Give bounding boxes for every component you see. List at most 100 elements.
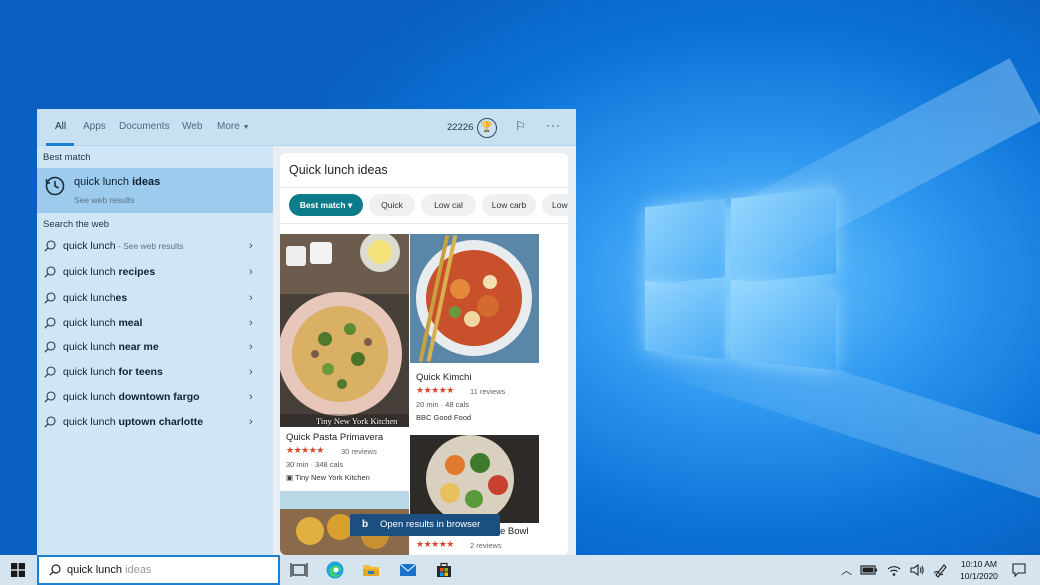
action-center-icon[interactable]: [1011, 562, 1027, 578]
web-suggestion-item[interactable]: quick lunch meal ›: [37, 313, 273, 337]
web-preview-pane: Quick lunch ideas Best match ▾ Quick Low…: [273, 146, 576, 555]
suggestion-bold: meal: [118, 317, 143, 329]
chevron-right-icon[interactable]: ›: [249, 240, 253, 252]
suggestion-bold: recipes: [118, 266, 156, 278]
search-query: quick lunch ideas: [67, 564, 151, 576]
windows-logo: [645, 185, 840, 375]
clock-date: 10/1/2020: [960, 571, 998, 581]
search-icon: [44, 266, 56, 278]
file-explorer-icon[interactable]: [361, 560, 381, 580]
pasta-image[interactable]: Tiny New York Kitchen: [280, 234, 409, 427]
pen-workspace-icon[interactable]: [933, 562, 949, 578]
web-suggestion-item[interactable]: quick lunches ›: [37, 288, 273, 312]
best-match-header: Best match: [43, 152, 91, 163]
web-suggestion-item[interactable]: quick lunch recipes ›: [37, 262, 273, 286]
search-icon: [44, 416, 56, 428]
feedback-icon[interactable]: ⚐: [515, 119, 526, 133]
taskbar: quick lunch ideas ︿ 10:10 AM 10/1/2020: [0, 555, 1040, 585]
image-watermark: Tiny New York Kitchen: [316, 416, 398, 426]
divider: [280, 223, 568, 224]
suggestion-text: quick lunch uptown charlotte: [63, 416, 203, 428]
web-suggestion-item[interactable]: quick lunch - See web results ›: [37, 236, 273, 260]
tab-all[interactable]: All: [55, 121, 66, 132]
quinoa-bowl-image[interactable]: [410, 435, 539, 523]
volume-icon[interactable]: [909, 562, 925, 578]
suggestion-prefix: quick lunch: [63, 341, 119, 353]
microsoft-store-icon[interactable]: [434, 560, 454, 580]
results-list: Best match quick lunch ideas See web res…: [37, 146, 273, 555]
suggestion-hint: - See web results: [115, 241, 184, 251]
chip-low[interactable]: Low: [542, 194, 568, 216]
history-icon: [45, 176, 65, 196]
mail-icon[interactable]: [398, 560, 418, 580]
recipe-source: BBC Good Food: [416, 413, 472, 422]
taskbar-search-box[interactable]: quick lunch ideas: [37, 555, 280, 585]
search-icon: [44, 317, 56, 329]
battery-icon[interactable]: [860, 562, 878, 578]
rating-stars: ★★★★★: [286, 445, 324, 455]
chevron-right-icon[interactable]: ›: [249, 391, 253, 403]
chevron-right-icon[interactable]: ›: [249, 266, 253, 278]
recipe-source: ▣ Tiny New York Kitchen: [286, 473, 370, 482]
suggestion-bold: near me: [118, 341, 159, 353]
kimchi-image[interactable]: [410, 234, 539, 363]
search-filter-bar: All Apps Documents Web More ▼ 22226 🏆 ⚐ …: [37, 109, 576, 146]
suggestion-prefix: quick lunch: [63, 416, 119, 428]
web-suggestion-item[interactable]: quick lunch for teens ›: [37, 362, 273, 386]
chevron-right-icon[interactable]: ›: [249, 366, 253, 378]
more-options-icon[interactable]: ···: [546, 118, 561, 132]
best-match-bold: ideas: [132, 176, 161, 188]
tab-more[interactable]: More ▼: [217, 121, 250, 132]
chip-quick[interactable]: Quick: [369, 194, 415, 216]
chip-low-cal[interactable]: Low cal: [421, 194, 476, 216]
rating-stars: ★★★★★: [416, 385, 454, 395]
open-in-browser-button[interactable]: b Open results in browser: [350, 514, 500, 536]
chevron-down-icon: ▼: [242, 124, 250, 131]
suggestion-text: quick lunch meal: [63, 317, 142, 329]
search-typed-text: quick lunch: [67, 564, 123, 576]
windows-start-icon[interactable]: [11, 563, 25, 577]
search-icon: [49, 564, 61, 576]
tab-more-label: More: [217, 121, 240, 132]
web-suggestion-item[interactable]: quick lunch uptown charlotte ›: [37, 412, 273, 436]
source-icon: ▣: [286, 473, 294, 482]
search-icon: [44, 366, 56, 378]
tab-apps[interactable]: Apps: [83, 121, 106, 132]
wifi-icon[interactable]: [886, 562, 902, 578]
recipe-name[interactable]: Quick Pasta Primavera: [286, 432, 383, 443]
search-icon: [44, 240, 56, 252]
recipe-name[interactable]: Quick Kimchi: [416, 372, 471, 383]
suggestion-bold: uptown charlotte: [118, 416, 204, 428]
chevron-right-icon[interactable]: ›: [249, 341, 253, 353]
preview-title: Quick lunch ideas: [289, 163, 388, 177]
chip-best-match[interactable]: Best match ▾: [289, 194, 363, 216]
edge-browser-icon[interactable]: [325, 560, 345, 580]
web-suggestion-item[interactable]: quick lunch near me ›: [37, 337, 273, 361]
chevron-right-icon[interactable]: ›: [249, 317, 253, 329]
system-clock[interactable]: 10:10 AM 10/1/2020: [955, 558, 1003, 582]
suggestion-text: quick lunches: [63, 292, 127, 304]
suggestion-prefix: quick lunch: [63, 266, 119, 278]
rewards-trophy-icon[interactable]: 🏆: [477, 118, 497, 138]
chip-low-carb[interactable]: Low carb: [482, 194, 536, 216]
search-icon: [44, 292, 56, 304]
tab-documents[interactable]: Documents: [119, 121, 170, 132]
web-suggestion-item[interactable]: quick lunch downtown fargo ›: [37, 387, 273, 411]
recipe-source-label: Tiny New York Kitchen: [295, 473, 370, 482]
review-count: 11 reviews: [470, 387, 506, 396]
suggestion-text: quick lunch - See web results: [63, 240, 184, 252]
task-view-icon[interactable]: [289, 560, 309, 580]
suggestion-text: quick lunch near me: [63, 341, 159, 353]
divider: [280, 187, 568, 188]
tab-web[interactable]: Web: [182, 121, 202, 132]
suggestion-prefix: quick lunch: [63, 317, 119, 329]
suggestion-prefix: quick lunch: [63, 292, 116, 304]
chevron-right-icon[interactable]: ›: [249, 292, 253, 304]
chevron-right-icon[interactable]: ›: [249, 416, 253, 428]
best-match-item[interactable]: quick lunch ideas See web results: [37, 168, 273, 213]
best-match-prefix: quick lunch: [74, 176, 133, 188]
recipe-meta: 30 min · 348 cals: [286, 460, 344, 469]
show-hidden-icons-chevron-icon[interactable]: ︿: [841, 562, 852, 578]
recipe-meta: 20 min · 48 cals: [416, 400, 469, 409]
search-icon: [44, 391, 56, 403]
